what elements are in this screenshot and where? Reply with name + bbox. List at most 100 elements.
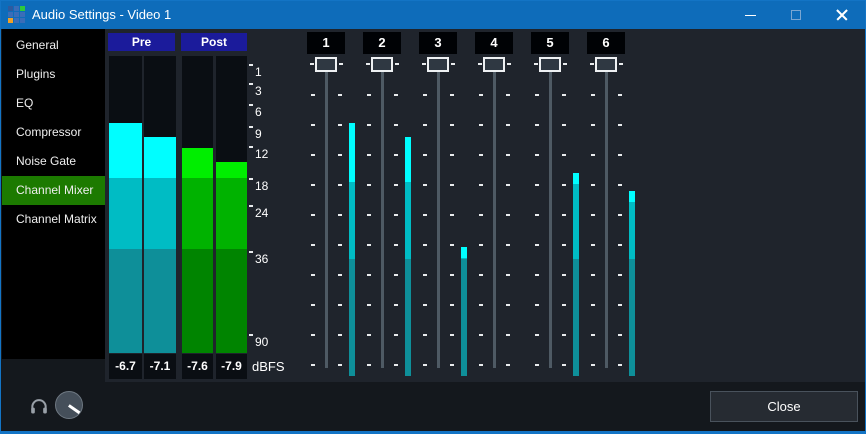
fader-tick xyxy=(338,214,342,216)
fader-tick xyxy=(423,94,427,96)
scale-tick-24 xyxy=(249,205,253,207)
close-button[interactable]: Close xyxy=(710,391,858,422)
fader-tick xyxy=(506,274,510,276)
settings-sidebar: GeneralPluginsEQCompressorNoise GateChan… xyxy=(2,29,105,359)
channel-number-3: 3 xyxy=(419,32,457,54)
fader-tick xyxy=(451,63,455,65)
fader-tick xyxy=(618,154,622,156)
fader-tick xyxy=(563,63,567,65)
fader-tick xyxy=(562,334,566,336)
fader-tick xyxy=(394,124,398,126)
headphone-volume-knob[interactable] xyxy=(55,391,83,419)
fader-tick xyxy=(367,94,371,96)
fader-tick xyxy=(450,214,454,216)
minimize-button[interactable] xyxy=(727,1,773,29)
close-window-button[interactable] xyxy=(819,1,865,29)
fader-track-4[interactable] xyxy=(493,64,496,368)
fader-tick xyxy=(338,334,342,336)
sidebar-item-compressor[interactable]: Compressor xyxy=(2,118,105,147)
maximize-icon xyxy=(791,10,801,20)
fader-tick xyxy=(506,124,510,126)
fader-tick xyxy=(506,364,510,366)
fader-handle-5[interactable] xyxy=(539,57,561,72)
meter-column-pre-1 xyxy=(144,56,176,353)
fader-tick xyxy=(479,364,483,366)
fader-tick xyxy=(338,274,342,276)
fader-tick xyxy=(591,274,595,276)
fader-tick xyxy=(479,124,483,126)
fader-handle-4[interactable] xyxy=(483,57,505,72)
fader-tick xyxy=(479,214,483,216)
fader-tick xyxy=(450,364,454,366)
minimize-icon xyxy=(745,15,756,16)
fader-tick xyxy=(506,214,510,216)
sidebar-item-plugins[interactable]: Plugins xyxy=(2,60,105,89)
fader-tick xyxy=(367,244,371,246)
channel-meter-5 xyxy=(573,173,579,184)
fader-track-5[interactable] xyxy=(549,64,552,368)
fader-tick xyxy=(394,334,398,336)
fader-tick xyxy=(367,274,371,276)
scale-tick-90 xyxy=(249,334,253,336)
fader-track-6[interactable] xyxy=(605,64,608,368)
fader-tick xyxy=(423,154,427,156)
fader-track-1[interactable] xyxy=(325,64,328,368)
scale-label-6: 6 xyxy=(255,106,262,118)
sidebar-item-channel-mixer[interactable]: Channel Mixer xyxy=(2,176,105,205)
sidebar-item-channel-matrix[interactable]: Channel Matrix xyxy=(2,205,105,234)
fader-tick xyxy=(562,214,566,216)
peak-value-pre-0: -6.7 xyxy=(109,354,142,379)
fader-track-3[interactable] xyxy=(437,64,440,368)
fader-tick xyxy=(562,274,566,276)
fader-tick xyxy=(506,334,510,336)
scale-label-12: 12 xyxy=(255,148,268,160)
meter-level-segment xyxy=(216,162,247,178)
sidebar-item-noise-gate[interactable]: Noise Gate xyxy=(2,147,105,176)
fader-tick xyxy=(311,274,315,276)
fader-tick xyxy=(394,184,398,186)
scale-tick-36 xyxy=(249,251,253,253)
channel-meter-1 xyxy=(349,259,355,376)
headphones-icon[interactable] xyxy=(29,396,49,416)
sidebar-item-eq[interactable]: EQ xyxy=(2,89,105,118)
fader-tick xyxy=(479,334,483,336)
fader-tick xyxy=(311,94,315,96)
fader-tick xyxy=(338,154,342,156)
footer-bar: Close xyxy=(2,382,866,431)
fader-handle-2[interactable] xyxy=(371,57,393,72)
meter-level-segment xyxy=(109,178,142,249)
fader-tick xyxy=(479,154,483,156)
fader-track-2[interactable] xyxy=(381,64,384,368)
fader-tick xyxy=(338,304,342,306)
fader-tick xyxy=(367,304,371,306)
fader-tick xyxy=(506,94,510,96)
fader-tick xyxy=(618,304,622,306)
fader-tick xyxy=(506,244,510,246)
fader-tick xyxy=(423,214,427,216)
fader-tick xyxy=(506,184,510,186)
fader-tick xyxy=(562,124,566,126)
fader-tick xyxy=(423,334,427,336)
dbfs-unit-label: dBFS xyxy=(252,354,285,379)
scale-tick-18 xyxy=(249,178,253,180)
fader-tick xyxy=(618,334,622,336)
channel-meter-2 xyxy=(405,137,411,182)
caption-buttons xyxy=(727,1,865,29)
meter-column-post-2 xyxy=(182,56,213,353)
channel-meter-6 xyxy=(629,202,635,259)
channel-meter-2 xyxy=(405,182,411,259)
fader-tick xyxy=(618,94,622,96)
fader-tick xyxy=(423,304,427,306)
logo-square xyxy=(8,12,13,17)
fader-handle-1[interactable] xyxy=(315,57,337,72)
peak-value-pre-1: -7.1 xyxy=(144,354,176,379)
fader-handle-6[interactable] xyxy=(595,57,617,72)
fader-tick xyxy=(338,124,342,126)
fader-tick xyxy=(591,364,595,366)
peak-value-post-3: -7.9 xyxy=(216,354,247,379)
sidebar-item-general[interactable]: General xyxy=(2,31,105,60)
knob-needle-indicator xyxy=(68,404,80,414)
fader-tick xyxy=(423,244,427,246)
logo-square xyxy=(14,12,19,17)
fader-handle-3[interactable] xyxy=(427,57,449,72)
